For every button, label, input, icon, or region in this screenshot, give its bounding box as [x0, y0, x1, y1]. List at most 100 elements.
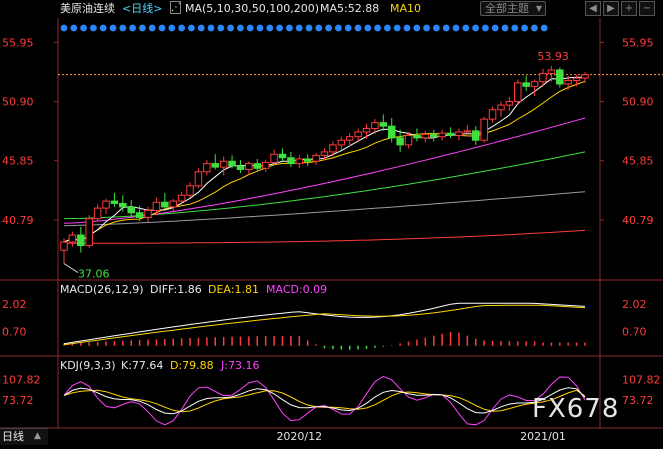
candle-body — [194, 171, 203, 187]
candle-body — [488, 109, 497, 120]
low-price-label: 37.06 — [78, 268, 110, 281]
candle-body — [379, 122, 388, 127]
event-dot — [286, 24, 293, 32]
candle-body — [547, 69, 556, 74]
candle-body — [93, 207, 102, 220]
y-tick-label-right: 45.85 — [622, 155, 654, 168]
candle-body — [371, 122, 379, 129]
zoom-in-icon[interactable]: + — [621, 1, 637, 16]
event-dot — [60, 24, 68, 32]
event-dot — [472, 24, 479, 32]
event-dot — [374, 24, 381, 32]
zoom-out-icon[interactable]: − — [639, 1, 655, 16]
event-dot — [452, 24, 460, 32]
ma30-line — [63, 117, 586, 224]
event-dot — [315, 24, 323, 32]
y-tick-label-left: 55.95 — [2, 36, 34, 49]
candle-body — [219, 160, 228, 168]
scroll-left-icon[interactable]: ◀ — [585, 1, 601, 16]
event-dot — [109, 24, 117, 32]
candle-body — [354, 131, 362, 138]
theme-select-value: 全部主题 — [485, 2, 529, 15]
kdj-y-tick-right: 73.72 — [622, 394, 654, 407]
macd-dea-label: DEA:1.81 — [208, 283, 259, 296]
candle-body — [387, 125, 396, 139]
candle-body — [581, 74, 589, 79]
y-tick-label-right: 40.79 — [622, 214, 654, 227]
candle-body — [505, 101, 514, 106]
caret-up-icon: ▲ — [34, 431, 41, 441]
candle-body — [539, 72, 547, 83]
scroll-right-icon[interactable]: ▶ — [603, 1, 619, 16]
candle-body — [261, 161, 270, 169]
candle-body — [161, 201, 169, 208]
event-dot — [129, 24, 137, 32]
macd-value-label: MACD:0.09 — [266, 283, 327, 296]
candle-body — [345, 136, 354, 141]
candle-body — [102, 200, 110, 209]
event-dot — [501, 24, 509, 32]
event-dot — [531, 24, 538, 32]
candle-body — [429, 133, 438, 138]
period-tab[interactable]: 日线 ▲ — [0, 428, 48, 445]
candle-body — [556, 69, 564, 85]
event-dot — [188, 24, 195, 32]
candle-body — [514, 82, 522, 103]
candle-body — [438, 132, 446, 138]
ma10-value: MA10 — [390, 2, 422, 15]
event-dot — [305, 24, 313, 32]
candle-body — [203, 163, 211, 173]
high-price-label: 53.93 — [537, 50, 569, 63]
ma-params-label: MA(5,10,30,50,100,200) — [185, 2, 320, 15]
candle-body — [463, 130, 472, 133]
candle-body — [303, 158, 312, 162]
kdj-params-label: KDJ(9,3,3) — [60, 359, 116, 372]
candle-body — [572, 77, 581, 81]
event-dot — [178, 24, 186, 32]
ma5-value: MA5:52.88 — [320, 2, 380, 15]
event-dot — [80, 24, 87, 32]
candle-body — [564, 79, 572, 85]
candle-body — [362, 127, 371, 133]
toolbar: 美原油连续 <日线> ⋰ MA(5,10,30,50,100,200) MA5:… — [0, 0, 663, 18]
macd-y-tick-left: 0.70 — [2, 325, 27, 338]
chart-indicator-icon[interactable]: ⋰ — [170, 1, 181, 14]
event-dot — [197, 24, 205, 32]
event-dot — [139, 24, 146, 32]
macd-diff-line — [63, 302, 586, 345]
x-tick-label: 2020/12 — [276, 430, 322, 443]
macd-y-tick-right: 2.02 — [622, 298, 647, 311]
event-dot — [158, 24, 166, 32]
candle-body — [530, 81, 539, 87]
event-dot — [540, 24, 548, 32]
candle-body — [295, 158, 304, 165]
kdj-y-tick-right: 107.82 — [622, 373, 661, 386]
kdj-y-tick-left: 107.82 — [2, 373, 41, 386]
period-label[interactable]: <日线> — [122, 2, 162, 15]
event-dot — [403, 24, 411, 32]
candle-body — [245, 163, 253, 170]
candle-body — [270, 153, 278, 163]
kdj-y-tick-left: 73.72 — [2, 394, 34, 407]
y-tick-label-right: 50.90 — [622, 96, 654, 109]
theme-select[interactable]: 全部主题 ▼ — [480, 1, 546, 16]
candle-body — [236, 165, 245, 170]
candle-body — [77, 234, 85, 247]
candle-body — [287, 157, 295, 165]
candle-body — [497, 104, 505, 111]
event-dot — [99, 24, 107, 32]
chart-canvas[interactable]: 55.95 55.95 50.90 50.90 45.85 45.85 40.79 40.79… — [0, 0, 663, 445]
candle-body — [337, 139, 346, 146]
instrument-name: 美原油连续 — [60, 2, 115, 15]
event-dot — [511, 24, 519, 32]
candle-body — [278, 153, 287, 159]
candle-body — [253, 163, 262, 169]
y-tick-label-left: 40.79 — [2, 214, 34, 227]
candle-body — [446, 132, 455, 137]
candle-body — [119, 202, 127, 208]
event-dot — [266, 24, 274, 32]
candle-body — [144, 209, 152, 218]
event-dot — [491, 24, 499, 32]
event-dot — [148, 24, 156, 32]
macd-dea-line — [63, 304, 586, 346]
